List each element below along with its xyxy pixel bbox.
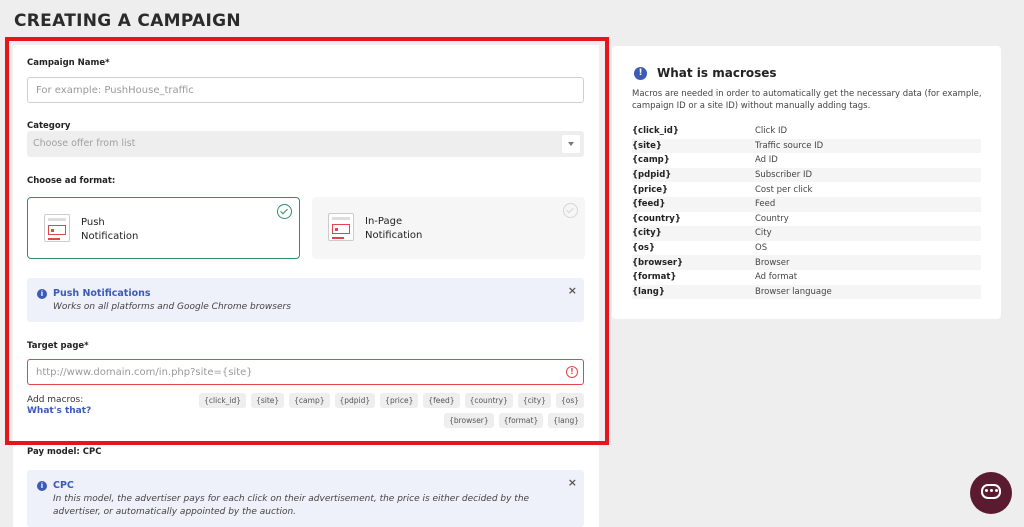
push-info-title: Push Notifications (53, 288, 151, 299)
macro-chips: {click_id} {site} {camp} {pdpid} {price} {fee… (160, 393, 584, 428)
macro-chip[interactable]: {os} (555, 393, 584, 408)
macro-table: {click_id} Click ID {site} Traffic source I… (632, 124, 981, 300)
info-icon: i (37, 289, 47, 299)
close-icon[interactable]: × (568, 284, 577, 297)
macro-value: Ad ID (755, 155, 778, 166)
macro-chip[interactable]: {price} (380, 393, 419, 408)
macro-chip[interactable]: {country} (464, 393, 513, 408)
macro-chip[interactable]: {city} (517, 393, 551, 408)
whats-that-link[interactable]: What's that? (27, 406, 91, 416)
info-icon: ! (634, 67, 647, 80)
macro-value: Ad format (755, 272, 798, 283)
macro-row: {os} OS (632, 241, 981, 256)
macro-row: {site} Traffic source ID (632, 138, 981, 154)
macro-key: {site} (632, 140, 662, 151)
macro-value: Browser language (755, 286, 832, 297)
chevron-down-icon (562, 135, 580, 153)
push-info-box: i Push Notifications Works on all platfo… (27, 278, 584, 322)
macro-row: {city} City (632, 226, 981, 241)
check-circle-icon (563, 203, 578, 218)
target-page-input[interactable] (27, 359, 584, 385)
campaign-name-input[interactable] (27, 77, 584, 103)
macro-chip[interactable]: {browser} (444, 413, 494, 428)
macro-row: {camp} Ad ID (632, 153, 981, 168)
format-option-label: Push Notification (81, 217, 139, 242)
check-circle-icon (277, 204, 292, 219)
macro-value: Traffic source ID (755, 140, 824, 151)
macro-row: {format} Ad format (632, 270, 981, 285)
macro-chip[interactable]: {click_id} (199, 393, 247, 408)
macro-chip[interactable]: {feed} (423, 393, 460, 408)
category-label: Category (27, 121, 71, 131)
macros-panel-desc: Macros are needed in order to automatica… (632, 89, 982, 111)
cpc-info-box: i CPC In this model, the advertiser pays… (27, 470, 584, 527)
close-icon[interactable]: × (568, 476, 577, 489)
ad-format-label: Choose ad format: (27, 176, 116, 186)
macro-chip[interactable]: {format} (498, 413, 544, 428)
macro-row: {click_id} Click ID (632, 124, 981, 139)
macro-key: {feed} (632, 199, 666, 210)
add-macros-label: Add macros: (27, 395, 84, 405)
chat-bubble-icon (981, 484, 1001, 499)
page-title: CREATING A CAMPAIGN (14, 11, 241, 31)
macro-row: {browser} Browser (632, 255, 981, 270)
in-page-notification-icon (328, 213, 354, 241)
macro-value: OS (755, 243, 768, 254)
macros-panel: ! What is macroses Macros are needed in … (612, 46, 1001, 319)
macro-value: Subscriber ID (755, 170, 813, 181)
macro-value: Click ID (755, 126, 788, 137)
macro-row: {price} Cost per click (632, 182, 981, 197)
macro-key: {format} (632, 272, 677, 283)
macro-key: {price} (632, 184, 669, 195)
format-option-push[interactable]: Push Notification (27, 197, 300, 259)
error-icon: ! (566, 366, 578, 378)
macro-key: {camp} (632, 155, 670, 166)
pay-model-label: Pay model: CPC (27, 447, 102, 457)
macro-value: Feed (755, 199, 776, 210)
target-page-label: Target page* (27, 341, 89, 351)
campaign-name-label: Campaign Name* (27, 58, 110, 68)
category-select-text: Choose offer from list (33, 138, 136, 149)
macro-value: Country (755, 213, 789, 224)
macro-row: {feed} Feed (632, 196, 981, 212)
macro-key: {click_id} (632, 126, 679, 137)
macro-value: Browser (755, 257, 790, 268)
push-info-desc: Works on all platforms and Google Chrome… (53, 302, 291, 312)
info-icon: i (37, 481, 47, 491)
macro-row: {pdpid} Subscriber ID (632, 167, 981, 183)
macro-chip[interactable]: {site} (251, 393, 285, 408)
macro-value: City (755, 228, 772, 239)
push-notification-icon (44, 214, 70, 242)
macro-key: {country} (632, 213, 681, 224)
macro-key: {city} (632, 228, 662, 239)
macro-row: {lang} Browser language (632, 284, 981, 300)
macro-key: {pdpid} (632, 170, 672, 181)
macro-key: {browser} (632, 257, 684, 268)
macro-chip[interactable]: {camp} (289, 393, 330, 408)
macro-row: {country} Country (632, 212, 981, 227)
format-option-in-page[interactable]: In-Page Notification (312, 197, 585, 259)
macros-panel-title: What is macroses (657, 66, 777, 80)
category-select[interactable]: Choose offer from list (27, 131, 584, 157)
format-option-label: In-Page Notification (365, 216, 423, 241)
chat-button[interactable] (970, 472, 1012, 514)
macro-key: {lang} (632, 286, 665, 297)
macro-chip[interactable]: {pdpid} (334, 393, 376, 408)
cpc-info-title: CPC (53, 480, 74, 491)
macro-chip[interactable]: {lang} (548, 413, 584, 428)
macro-value: Cost per click (755, 184, 813, 195)
cpc-info-desc: In this model, the advertiser pays for e… (53, 494, 530, 517)
macro-key: {os} (632, 243, 656, 254)
